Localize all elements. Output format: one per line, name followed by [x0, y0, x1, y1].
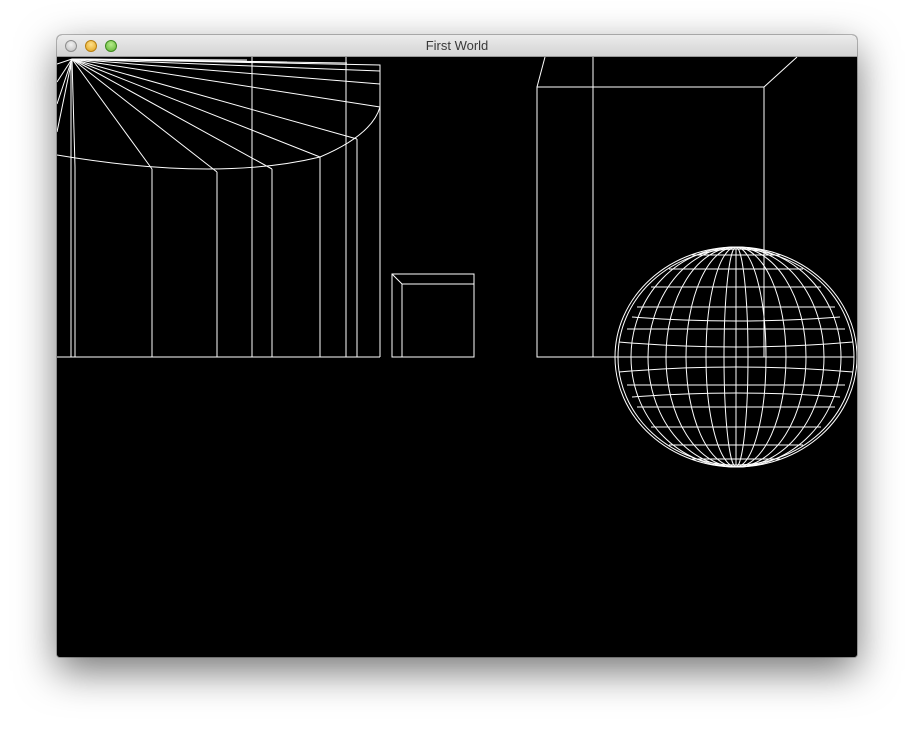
small-box-wireframe — [391, 273, 475, 358]
scene-canvas — [57, 57, 857, 468]
3d-viewport[interactable] — [57, 57, 857, 657]
app-window: First World — [57, 35, 857, 657]
title-bar[interactable]: First World — [57, 35, 857, 57]
sphere-wireframe — [614, 246, 857, 468]
large-box-wireframe — [536, 57, 798, 358]
cylinder-wireframe — [57, 57, 381, 358]
window-title: First World — [425, 38, 489, 53]
